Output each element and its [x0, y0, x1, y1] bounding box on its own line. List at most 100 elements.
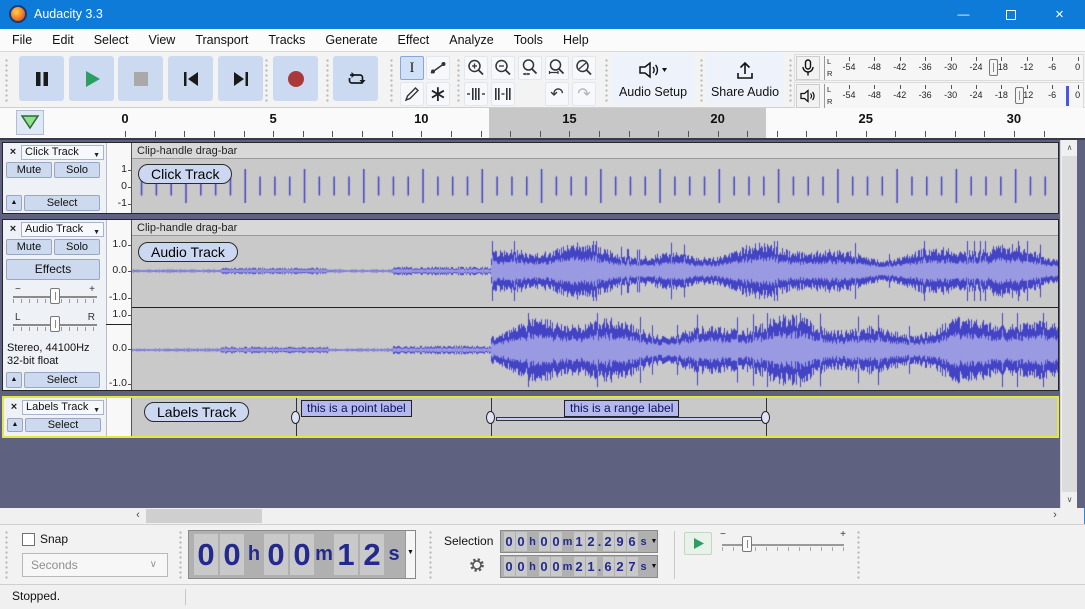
labels-track-panel[interactable]: × ▼ Labels Track ▲ Select — [4, 398, 106, 436]
playback-meter[interactable]: LR -54 -48 -42 -36 -30 -24 -18 -12 -6 0 — [794, 82, 1084, 109]
gripper[interactable] — [604, 58, 610, 102]
menu-generate[interactable]: Generate — [315, 29, 387, 52]
time-digit[interactable]: 0 — [264, 534, 288, 575]
gripper[interactable] — [264, 58, 270, 102]
clip-handle-drag-bar[interactable]: Clip-handle drag-bar — [132, 220, 1058, 236]
trim-audio-button[interactable] — [464, 82, 488, 106]
audio-track-panel[interactable]: × ▼ Audio Track Mute Solo Effects − + L R — [3, 220, 106, 390]
gain-slider[interactable]: − + — [11, 284, 99, 306]
audio-waveform-left[interactable] — [132, 237, 1058, 307]
menu-file[interactable]: File — [2, 29, 42, 52]
gain-slider-handle[interactable] — [50, 288, 60, 304]
audio-waveform-right[interactable] — [132, 308, 1058, 390]
menu-view[interactable]: View — [138, 29, 185, 52]
point-label-handle[interactable] — [291, 411, 300, 424]
click-track-waveform[interactable] — [132, 159, 1058, 213]
close-track-button[interactable]: × — [6, 145, 20, 159]
minimize-button[interactable]: — — [940, 0, 987, 29]
range-label-end-handle[interactable] — [761, 411, 770, 424]
clip-name-badge[interactable]: Labels Track — [144, 402, 250, 422]
time-digit[interactable]: 2 — [360, 534, 384, 575]
recording-meter[interactable]: LR -54 -48 -42 -36 -30 -24 -18 -12 -6 0 — [794, 54, 1084, 81]
click-track-title[interactable]: ▼ Click Track — [21, 145, 104, 160]
time-digit[interactable]: 0 — [550, 532, 562, 551]
scroll-up-arrow[interactable]: ∧ — [1061, 140, 1078, 156]
clip-name-badge[interactable]: Audio Track — [138, 242, 238, 262]
point-label-text[interactable]: this is a point label — [301, 400, 412, 417]
time-digit[interactable]: 0 — [538, 557, 550, 576]
time-digit[interactable]: . — [597, 560, 602, 574]
labels-track-content[interactable]: Labels Track this is a point label this … — [132, 398, 1057, 436]
time-digit[interactable]: 1 — [334, 534, 358, 575]
menu-effect[interactable]: Effect — [388, 29, 440, 52]
loop-button[interactable] — [333, 56, 378, 101]
time-digit[interactable]: 0 — [194, 534, 218, 575]
collapse-track-button[interactable]: ▲ — [6, 195, 22, 211]
pause-button[interactable] — [19, 56, 64, 101]
audio-setup-button[interactable]: Audio Setup — [612, 53, 694, 105]
time-digit[interactable]: 2 — [602, 532, 614, 551]
speed-slider-handle[interactable] — [742, 536, 752, 552]
time-digit[interactable]: 0 — [290, 534, 314, 575]
labels-track-title[interactable]: ▼ Labels Track — [22, 400, 104, 415]
time-digit[interactable]: 2 — [614, 557, 626, 576]
menu-tracks[interactable]: Tracks — [258, 29, 315, 52]
envelope-tool-button[interactable] — [426, 56, 450, 80]
snap-mode-combobox[interactable]: Seconds ∨ — [22, 553, 168, 577]
close-track-button[interactable]: × — [7, 400, 21, 414]
vertical-scroll-thumb[interactable] — [1062, 156, 1077, 492]
multi-tool-button[interactable]: ∗ — [426, 82, 450, 106]
gripper[interactable] — [428, 530, 434, 580]
time-format-dropdown[interactable]: ▼ — [405, 531, 415, 578]
share-audio-button[interactable]: Share Audio — [706, 53, 784, 105]
selection-tool-button[interactable]: I — [400, 56, 424, 80]
time-digit[interactable]: 6 — [602, 557, 614, 576]
recording-volume-slider[interactable] — [989, 59, 998, 76]
menu-edit[interactable]: Edit — [42, 29, 84, 52]
gripper[interactable] — [4, 58, 10, 102]
audio-track-title[interactable]: ▼ Audio Track — [21, 222, 104, 237]
play-speed-slider[interactable]: − + — [718, 529, 848, 557]
gripper[interactable] — [856, 530, 862, 580]
undo-button[interactable]: ↶ — [545, 82, 569, 106]
zoom-fit-button[interactable] — [545, 56, 569, 80]
speaker-icon[interactable] — [796, 84, 820, 108]
timeline-ruler[interactable]: 0 5 10 15 20 25 30 — [0, 108, 1085, 140]
select-track-button[interactable]: Select — [25, 418, 101, 432]
range-label-text[interactable]: this is a range label — [564, 400, 680, 417]
time-digit[interactable]: 0 — [220, 534, 244, 575]
selection-settings-gear-icon[interactable] — [468, 556, 486, 574]
horizontal-scrollbar[interactable]: ‹ › — [131, 508, 1062, 524]
record-button[interactable] — [273, 56, 318, 101]
selection-end-field[interactable]: 00h00m21.627s — [500, 555, 658, 578]
pan-slider-handle[interactable] — [50, 316, 60, 332]
microphone-icon[interactable] — [796, 56, 820, 80]
clip-name-badge[interactable]: Click Track — [138, 164, 233, 184]
click-track-panel[interactable]: × ▼ Click Track Mute Solo ▲ Select — [3, 143, 106, 213]
selection-start-dropdown[interactable]: ▼ — [648, 538, 660, 545]
selection-start-field[interactable]: 00h00m12.296s — [500, 530, 658, 553]
solo-button[interactable]: Solo — [54, 162, 100, 178]
scroll-down-arrow[interactable]: ∨ — [1061, 492, 1078, 508]
silence-audio-button[interactable] — [491, 82, 515, 106]
time-digit[interactable]: 0 — [538, 532, 550, 551]
time-digit[interactable]: 2 — [573, 557, 585, 576]
pan-slider[interactable]: L R — [11, 312, 99, 334]
selection-end-dropdown[interactable]: ▼ — [648, 563, 660, 570]
title-bar[interactable]: Audacity 3.3 — × — [0, 0, 1085, 29]
gripper[interactable] — [456, 58, 462, 102]
time-digit[interactable]: 0 — [503, 532, 515, 551]
time-digit[interactable]: 0 — [515, 532, 527, 551]
time-digit[interactable]: 9 — [614, 532, 626, 551]
menu-tools[interactable]: Tools — [504, 29, 553, 52]
play-at-speed-button[interactable] — [684, 532, 712, 555]
gripper[interactable] — [389, 58, 395, 102]
range-label-bar[interactable] — [496, 417, 762, 421]
playback-volume-slider[interactable] — [1015, 87, 1024, 104]
skip-to-start-button[interactable] — [168, 56, 213, 101]
redo-button[interactable]: ↷ — [572, 82, 596, 106]
solo-button[interactable]: Solo — [54, 239, 100, 255]
clip-handle-drag-bar[interactable]: Clip-handle drag-bar — [132, 143, 1058, 159]
collapse-track-button[interactable]: ▲ — [6, 372, 22, 388]
scroll-left-arrow[interactable]: ‹ — [131, 508, 145, 524]
